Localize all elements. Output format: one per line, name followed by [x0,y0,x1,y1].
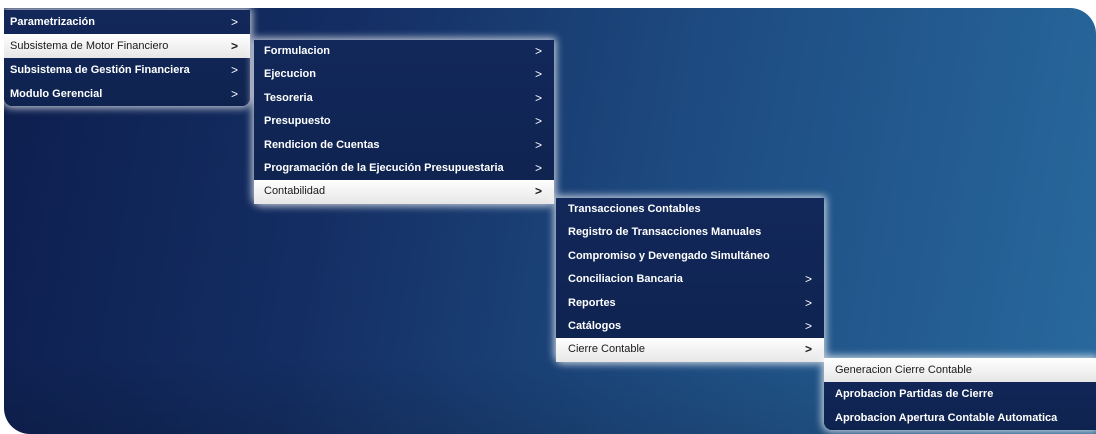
chevron-right-icon: > [804,272,812,287]
menu-item-label: Modulo Gerencial [10,88,103,100]
chevron-right-icon: > [534,90,542,105]
chevron-right-icon: > [534,137,542,152]
menu-item-generacion-cierre[interactable]: Generacion Cierre Contable [824,358,1096,382]
menu-item-label: Presupuesto [264,115,331,128]
app-stage: Parametrización > Subsistema de Motor Fi… [0,0,1096,434]
chevron-right-icon: > [804,318,812,333]
menu-item-cierre-contable[interactable]: Cierre Contable > [556,338,824,362]
menu-item-label: Formulacion [264,45,331,57]
submenu-motor-financiero: Formulacion > Ejecucion > Tesoreria > Pr… [254,40,554,204]
chevron-right-icon: > [534,184,542,199]
chevron-right-icon: > [230,87,238,101]
chevron-right-icon: > [534,160,542,175]
menu-item-transacciones-contables[interactable]: Transacciones Contables [556,198,824,221]
menu-item-motor-financiero[interactable]: Subsistema de Motor Financiero > [4,34,250,58]
chevron-right-icon: > [534,67,542,82]
menu-item-label: Subsistema de Motor Financiero [10,40,169,52]
submenu-contabilidad: Transacciones Contables Registro de Tran… [556,198,824,362]
menu-item-modulo-gerencial[interactable]: Modulo Gerencial > [4,82,250,106]
menu-item-label: Aprobacion Partidas de Cierre [835,388,994,400]
menu-item-reportes[interactable]: Reportes > [556,292,824,315]
menu-item-programacion-ejecucion[interactable]: Programación de la Ejecución Presupuesta… [254,157,554,180]
menu-item-label: Conciliacion Bancaria [568,273,683,286]
main-menu: Parametrización > Subsistema de Motor Fi… [4,10,250,106]
menu-item-registro-transacciones[interactable]: Registro de Transacciones Manuales [556,221,824,244]
menu-item-label: Subsistema de Gestión Financiera [10,64,190,76]
top-strip [0,0,1096,8]
menu-item-gestion-financiera[interactable]: Subsistema de Gestión Financiera > [4,58,250,82]
menu-item-label: Generacion Cierre Contable [835,364,972,376]
menu-item-label: Rendicion de Cuentas [264,138,380,151]
chevron-right-icon: > [804,342,812,357]
chevron-right-icon: > [230,39,238,53]
menu-item-formulacion[interactable]: Formulacion > [254,40,554,63]
menu-item-label: Contabilidad [264,185,326,198]
menu-item-parametrizacion[interactable]: Parametrización > [4,10,250,34]
menu-item-compromiso-devengado[interactable]: Compromiso y Devengado Simultáneo [556,245,824,268]
menu-item-catalogos[interactable]: Catálogos > [556,315,824,338]
submenu-cierre-contable: Generacion Cierre Contable Aprobacion Pa… [824,358,1096,430]
menu-item-label: Catálogos [568,319,622,332]
chevron-right-icon: > [230,63,238,77]
menu-item-label: Tesoreria [264,91,313,104]
menu-item-aprobacion-apertura[interactable]: Aprobacion Apertura Contable Automatica [824,406,1096,430]
menu-item-label: Ejecucion [264,68,316,81]
menu-item-conciliacion-bancaria[interactable]: Conciliacion Bancaria > [556,268,824,291]
menu-item-label: Parametrización [10,16,95,28]
menu-item-rendicion-cuentas[interactable]: Rendicion de Cuentas > [254,134,554,157]
menu-item-aprobacion-partidas[interactable]: Aprobacion Partidas de Cierre [824,382,1096,406]
menu-item-ejecucion[interactable]: Ejecucion > [254,63,554,86]
menu-item-label: Programación de la Ejecución Presupuesta… [264,161,504,174]
menu-item-presupuesto[interactable]: Presupuesto > [254,110,554,133]
chevron-right-icon: > [534,44,542,58]
menu-item-label: Registro de Transacciones Manuales [568,226,762,239]
menu-item-label: Transacciones Contables [568,203,701,215]
menu-item-label: Aprobacion Apertura Contable Automatica [835,412,1058,424]
chevron-right-icon: > [804,295,812,310]
menu-item-label: Compromiso y Devengado Simultáneo [568,249,770,262]
menu-item-label: Reportes [568,296,616,309]
menu-item-label: Cierre Contable [568,343,646,356]
chevron-right-icon: > [230,15,238,29]
chevron-right-icon: > [534,114,542,129]
menu-item-contabilidad[interactable]: Contabilidad > [254,180,554,204]
menu-item-tesoreria[interactable]: Tesoreria > [254,87,554,110]
